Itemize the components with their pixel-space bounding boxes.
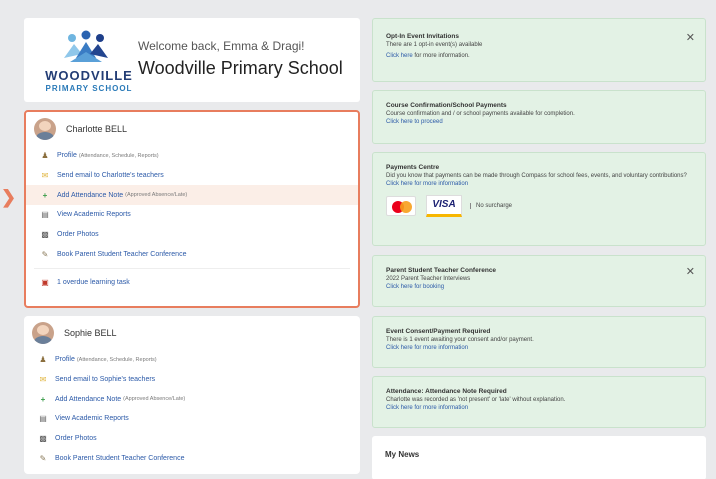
- document-icon: ▤: [39, 414, 47, 424]
- notice-body: There is 1 event awaiting your consent a…: [386, 337, 534, 343]
- notice-course-payments: Course Confirmation/School Payments Cour…: [372, 90, 706, 144]
- child-card-charlotte: Charlotte BELL ♟ Profile (Attendance, Sc…: [24, 110, 360, 308]
- notice-link[interactable]: Click here for more information: [386, 180, 695, 189]
- payment-methods: VISA No surcharge: [386, 195, 695, 217]
- notice-link[interactable]: Click here for more information: [386, 344, 695, 353]
- notice-opt-in-events: Opt-In Event Invitations There are 1 opt…: [372, 18, 706, 82]
- logo-figures-icon: [64, 30, 108, 62]
- child-name: Charlotte BELL: [66, 124, 128, 134]
- notice-title: Opt-In Event Invitations: [386, 33, 459, 40]
- task-icon: ▣: [41, 278, 49, 288]
- child-header[interactable]: Sophie BELL: [24, 316, 360, 350]
- mail-icon: ✉: [41, 171, 49, 181]
- left-column: WOODVILLE PRIMARY SCHOOL Welcome back, E…: [24, 18, 360, 474]
- close-icon[interactable]: ✕: [686, 31, 695, 44]
- book-icon: ✎: [41, 249, 49, 259]
- right-column: Opt-In Event Invitations There are 1 opt…: [372, 18, 706, 479]
- school-header-card: WOODVILLE PRIMARY SCHOOL Welcome back, E…: [24, 18, 360, 102]
- notice-body: Course confirmation and / or school paym…: [386, 111, 575, 117]
- notice-title: Course Confirmation/School Payments: [386, 102, 507, 109]
- plus-icon: +: [42, 190, 48, 200]
- notice-body: 2022 Parent Teacher Interviews: [386, 276, 471, 282]
- document-icon: ▤: [41, 210, 49, 220]
- surcharge-text: No surcharge: [470, 203, 512, 209]
- profile-link[interactable]: ♟ Profile (Attendance, Schedule, Reports…: [26, 146, 358, 166]
- notice-link[interactable]: Click here: [386, 53, 413, 59]
- email-teachers-link[interactable]: ✉ Send email to Sophie's teachers: [24, 370, 360, 390]
- add-attendance-note-link[interactable]: + Add Attendance Note (Approved Absence/…: [26, 185, 358, 206]
- notice-link-line: Click here for more information.: [386, 53, 470, 59]
- school-name: Woodville Primary School: [138, 58, 343, 78]
- child-name: Sophie BELL: [64, 328, 117, 338]
- order-photos-link[interactable]: ▩ Order Photos: [24, 429, 360, 449]
- notice-link[interactable]: Click here to proceed: [386, 118, 695, 127]
- plus-icon: +: [40, 394, 46, 404]
- mastercard-icon: [386, 196, 416, 216]
- logo-wordmark: WOODVILLE: [45, 68, 133, 83]
- notice-event-consent: Event Consent/Payment Required There is …: [372, 316, 706, 368]
- photo-icon: ▩: [39, 434, 47, 444]
- notice-body: Did you know that payments can be made t…: [386, 173, 687, 179]
- notice-link[interactable]: Click here for booking: [386, 283, 695, 292]
- photo-icon: ▩: [41, 230, 49, 240]
- academic-reports-link[interactable]: ▤ View Academic Reports: [24, 409, 360, 429]
- divider: [34, 268, 350, 270]
- avatar: [34, 118, 56, 140]
- notice-title: Attendance: Attendance Note Required: [386, 388, 507, 395]
- email-teachers-link[interactable]: ✉ Send email to Charlotte's teachers: [26, 166, 358, 186]
- notice-payments-centre: Payments Centre Did you know that paymen…: [372, 152, 706, 246]
- child-header[interactable]: Charlotte BELL: [26, 112, 358, 146]
- visa-icon: VISA: [426, 195, 462, 217]
- add-attendance-note-link[interactable]: + Add Attendance Note (Approved Absence/…: [24, 389, 360, 409]
- notice-pst-conference: Parent Student Teacher Conference 2022 P…: [372, 255, 706, 307]
- logo-subtitle: PRIMARY SCHOOL: [45, 84, 133, 93]
- notice-title: Parent Student Teacher Conference: [386, 267, 497, 274]
- user-icon: ♟: [41, 151, 49, 161]
- chevron-right-icon: ❯: [1, 187, 17, 207]
- notice-attendance-note: Attendance: Attendance Note Required Cha…: [372, 376, 706, 428]
- close-icon[interactable]: ✕: [686, 265, 695, 278]
- notice-body: There are 1 opt-in event(s) available: [386, 42, 483, 48]
- book-conference-link[interactable]: ✎ Book Parent Student Teacher Conference: [24, 448, 360, 468]
- notice-title: Event Consent/Payment Required: [386, 328, 491, 335]
- welcome-message: Welcome back, Emma & Dragi!: [138, 39, 305, 53]
- book-icon: ✎: [39, 453, 47, 463]
- mail-icon: ✉: [39, 375, 47, 385]
- profile-link[interactable]: ♟ Profile (Attendance, Schedule, Reports…: [24, 350, 360, 370]
- child-card-sophie: Sophie BELL ♟ Profile (Attendance, Sched…: [24, 316, 360, 474]
- school-logo: WOODVILLE PRIMARY SCHOOL: [34, 28, 144, 94]
- academic-reports-link[interactable]: ▤ View Academic Reports: [26, 205, 358, 225]
- notice-title: Payments Centre: [386, 164, 440, 171]
- book-conference-link[interactable]: ✎ Book Parent Student Teacher Conference: [26, 244, 358, 264]
- notice-body: Charlotte was recorded as 'not present' …: [386, 397, 566, 403]
- user-icon: ♟: [39, 355, 47, 365]
- news-title: My News: [385, 450, 420, 459]
- notice-link[interactable]: Click here for more information: [386, 404, 695, 413]
- my-news-panel: My News: [372, 436, 706, 479]
- order-photos-link[interactable]: ▩ Order Photos: [26, 225, 358, 245]
- overdue-task-link[interactable]: ▣ 1 overdue learning task: [26, 273, 358, 293]
- avatar: [32, 322, 54, 344]
